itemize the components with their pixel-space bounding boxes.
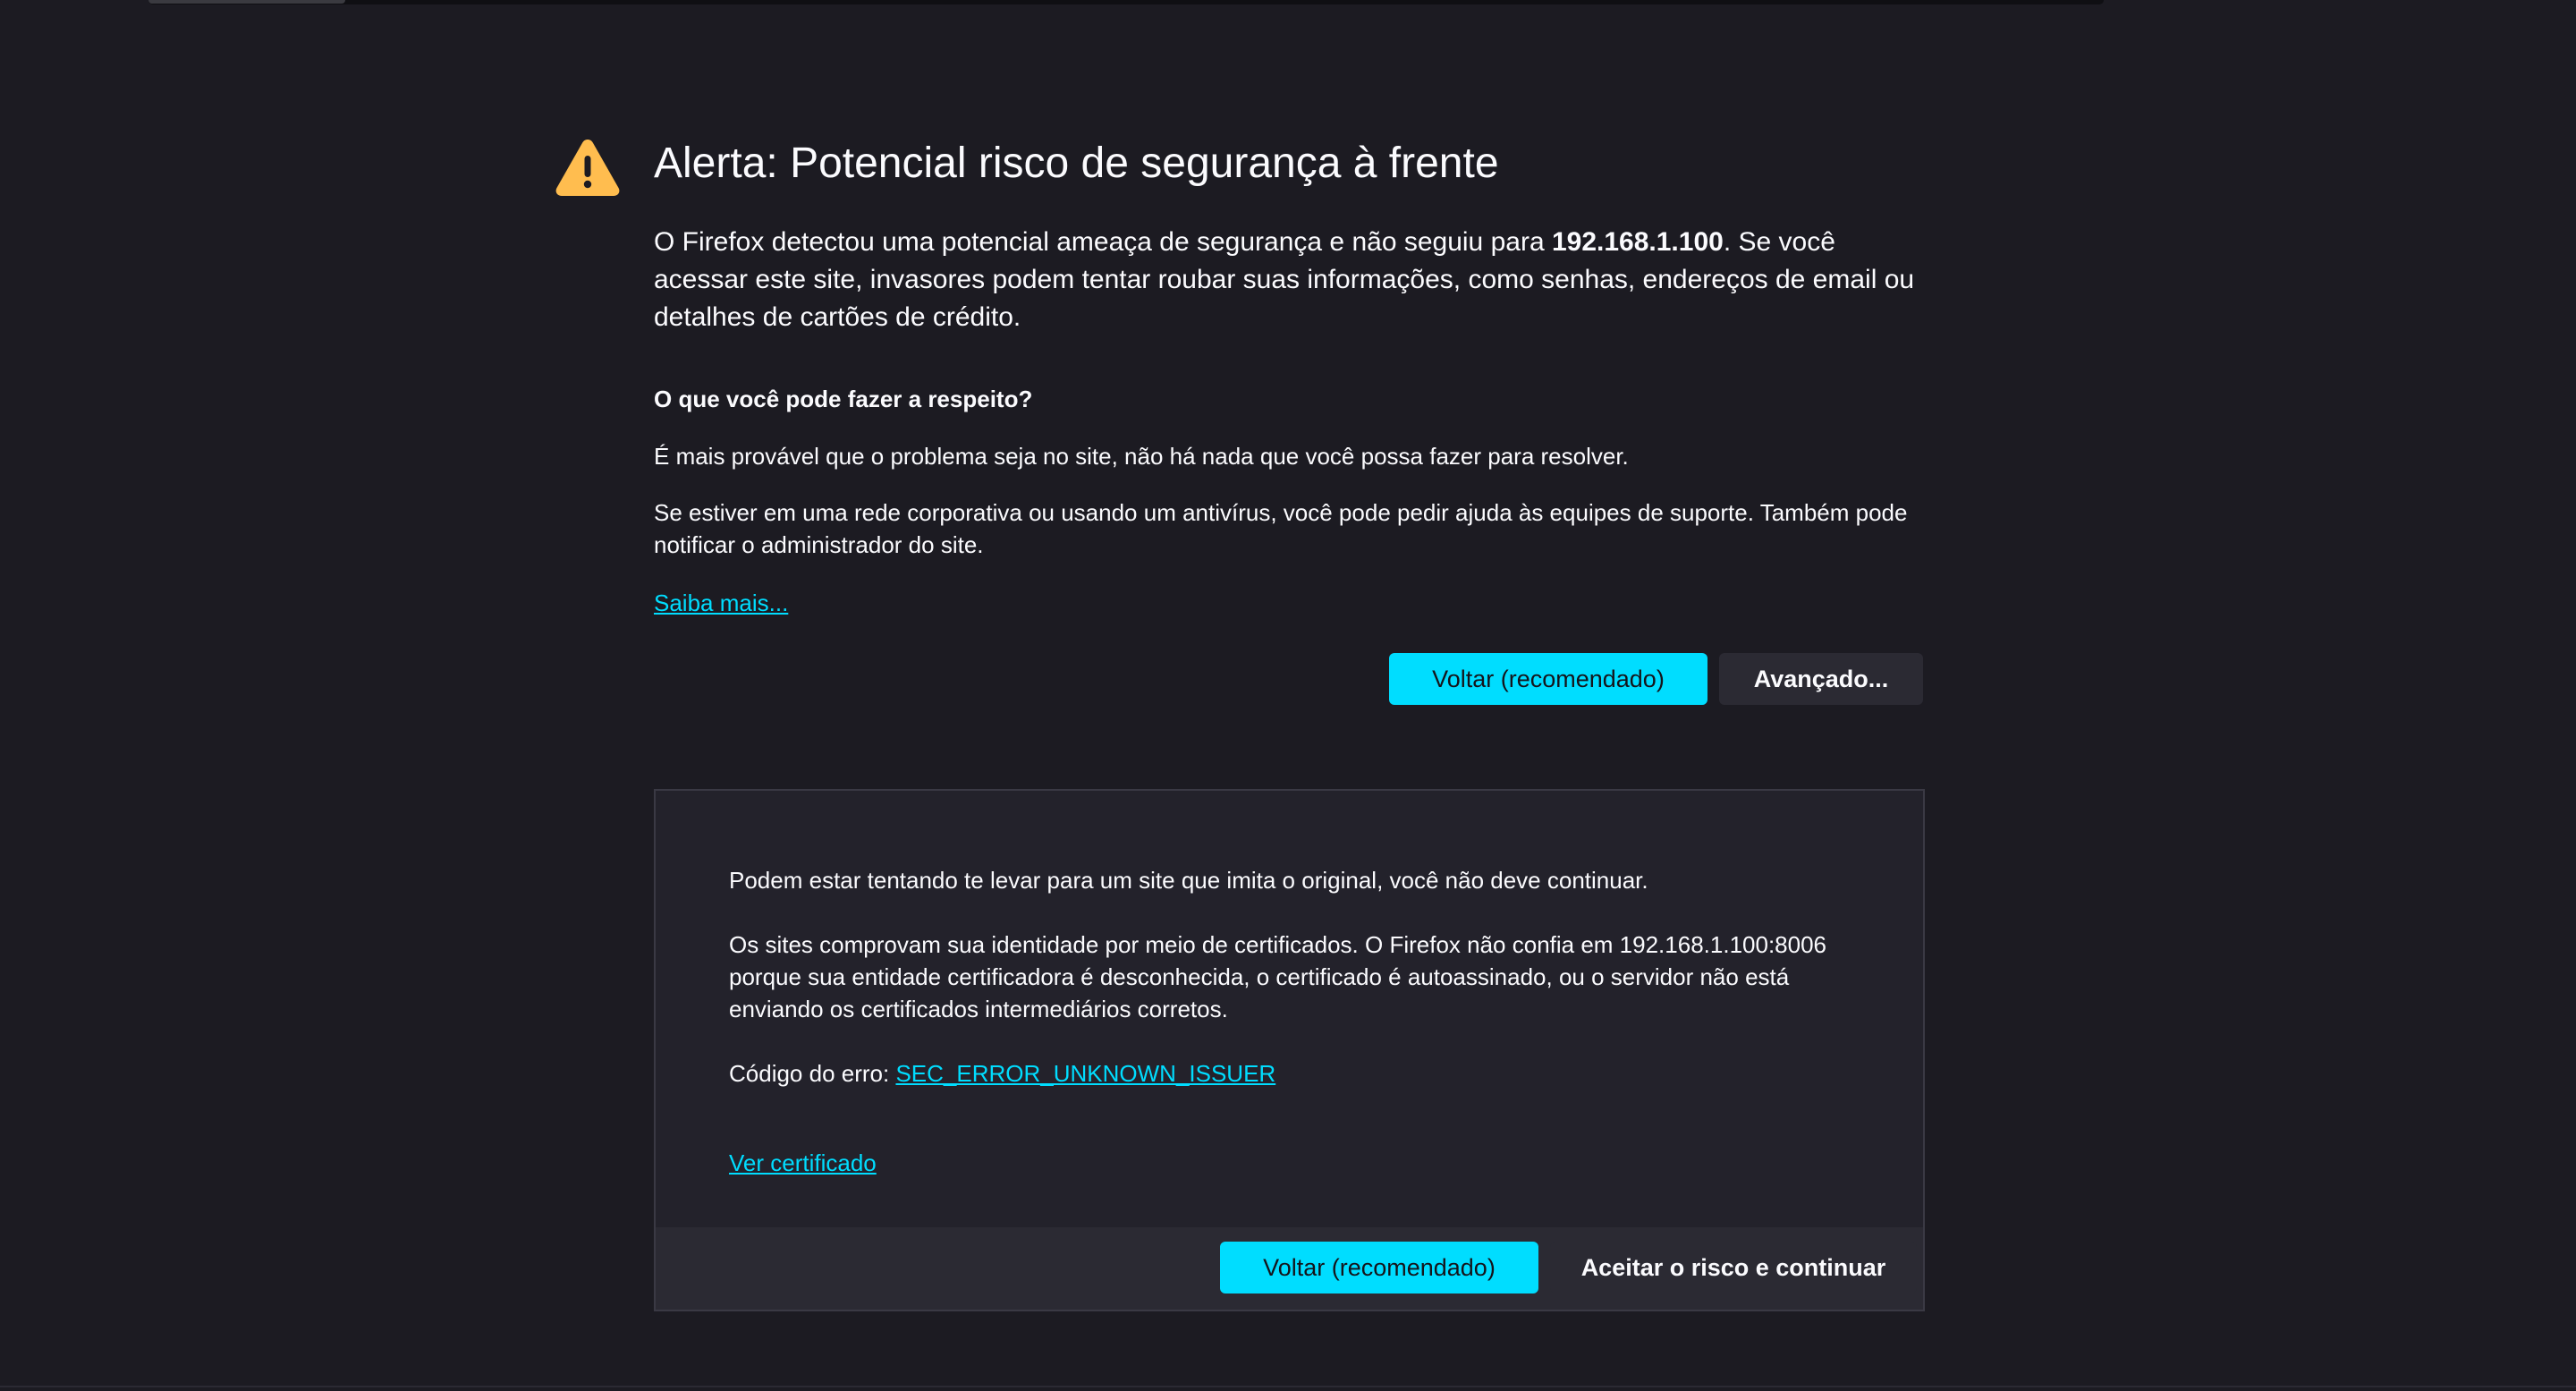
host-name: 192.168.1.100: [1551, 227, 1724, 257]
intro-text-start: O Firefox detectou uma potencial ameaça …: [654, 227, 1552, 257]
what-can-you-do-text-1: É mais provável que o problema seja no s…: [654, 443, 1629, 470]
learn-more-link[interactable]: Saiba mais...: [654, 587, 788, 619]
advanced-text-2: Os sites comprovam sua identidade por me…: [729, 931, 1827, 1022]
what-can-you-do-text-2: Se estiver em uma rede corporativa ou us…: [654, 499, 1908, 558]
advanced-panel-body: Podem estar tentando te levar para um si…: [656, 791, 1923, 1227]
error-code-label: Código do erro:: [729, 1060, 896, 1087]
bottom-divider: [0, 1386, 2576, 1387]
error-code-line: Código do erro: SEC_ERROR_UNKNOWN_ISSUER: [729, 1057, 1275, 1090]
accept-risk-button[interactable]: Aceitar o risco e continuar: [1550, 1242, 1917, 1293]
tab-edge: [148, 0, 345, 4]
what-can-you-do-heading: O que você pode fazer a respeito?: [654, 386, 1033, 412]
browser-top-strip: [0, 0, 2576, 16]
toolbar-edge: [148, 0, 2104, 4]
warning-triangle-icon: [555, 140, 620, 196]
go-back-button[interactable]: Voltar (recomendado): [1389, 653, 1707, 705]
advanced-button[interactable]: Avançado...: [1719, 653, 1923, 705]
view-certificate-link[interactable]: Ver certificado: [729, 1147, 877, 1179]
intro-text: O Firefox detectou uma potencial ameaça …: [654, 224, 1923, 336]
advanced-panel: Podem estar tentando te levar para um si…: [654, 789, 1925, 1311]
advanced-text-1: Podem estar tentando te levar para um si…: [729, 867, 1648, 894]
error-code-link[interactable]: SEC_ERROR_UNKNOWN_ISSUER: [895, 1060, 1275, 1087]
go-back-button-advanced[interactable]: Voltar (recomendado): [1220, 1242, 1538, 1293]
page-title: Alerta: Potencial risco de segurança à f…: [654, 140, 1499, 187]
